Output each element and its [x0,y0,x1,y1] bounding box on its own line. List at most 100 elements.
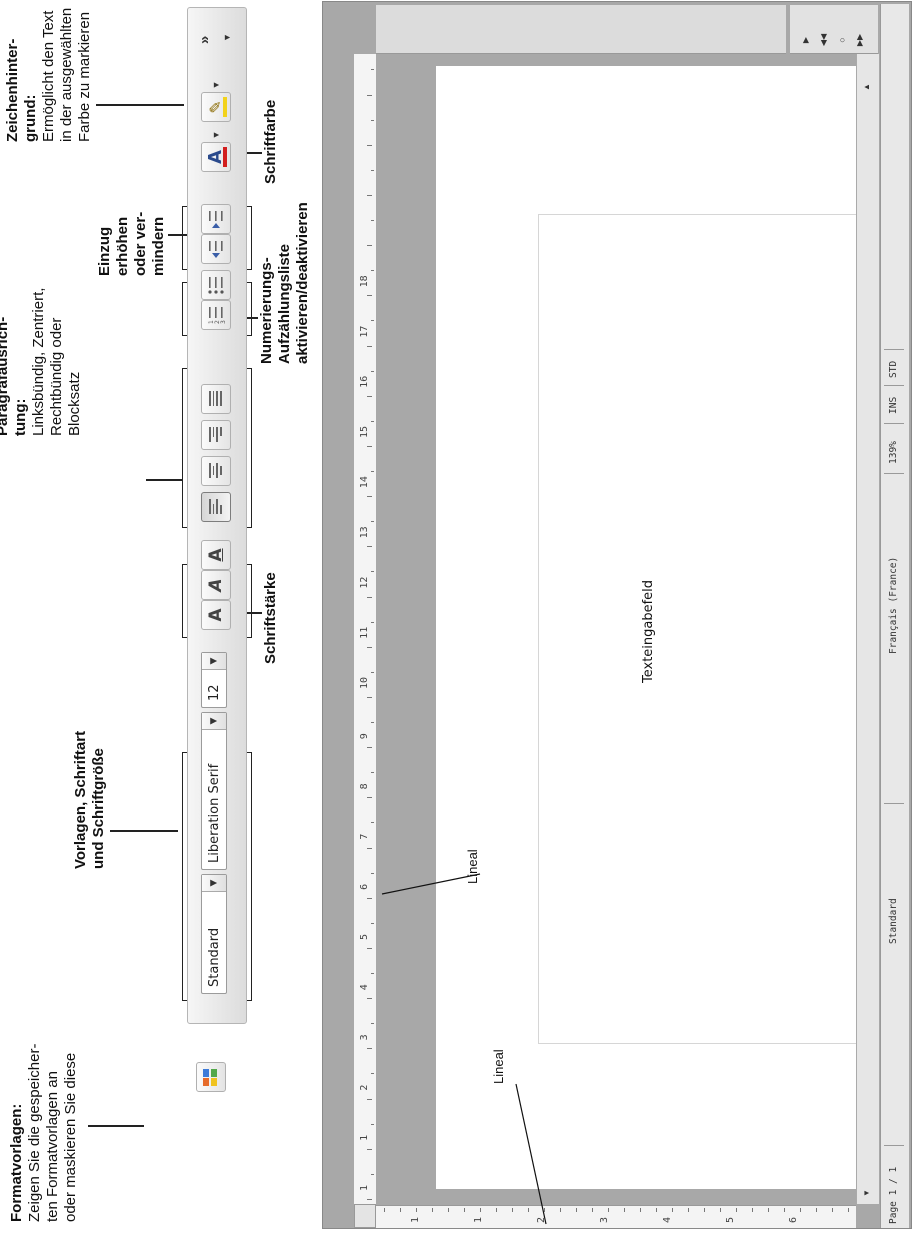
tab-stop-selector[interactable] [354,1204,376,1228]
ruler-tick [544,1208,545,1212]
ruler-tick [832,1208,833,1212]
ruler-label: 4 [359,984,370,991]
ruler-tick [752,1208,753,1212]
ruler-tick [608,1208,609,1212]
italic-button[interactable]: A [201,570,231,600]
styles-window-button[interactable] [196,1062,226,1092]
ruler-label: 5 [359,933,370,940]
ruler-tick [367,295,372,297]
annotation-line: Linksbündig, Zentriert, [30,287,47,436]
ruler-tick [371,621,374,623]
ruler-tick [371,270,374,272]
ruler-tick [371,370,374,372]
highlighting-button[interactable]: ✎ [201,92,231,122]
increase-indent-button[interactable] [201,204,231,234]
highlight-dropdown[interactable]: ▼ [201,79,231,91]
font-size-value: 12 [207,684,222,701]
ruler-tick [371,1173,374,1175]
ruler-label: 1 [410,1216,421,1223]
annotation-lineal-top: Lineal [465,849,480,884]
ruler-tick [480,1208,481,1212]
ruler-label: 10 [359,676,370,689]
horizontal-scrollbar[interactable] [376,5,786,54]
annotation-paragraph-title: Paragrafausrich- [0,316,11,436]
underline-button[interactable]: A [201,540,231,570]
toolbar-overflow-button[interactable]: » [196,26,218,44]
status-selection-mode[interactable]: STD [888,361,899,378]
previous-page-button[interactable]: ◀◀ [816,32,832,48]
ruler-tick [367,1098,372,1100]
ruler-label: 1 [359,1134,370,1141]
ruler-label: 13 [359,526,370,539]
next-page-button[interactable]: ▶ [798,32,814,48]
ruler-tick [367,697,372,698]
ruler-tick [371,571,374,573]
font-size-select[interactable]: 12 ▼ [201,652,227,708]
font-color-dropdown[interactable]: ▼ [201,129,231,141]
styles-icon [203,1069,217,1086]
status-page: Page 1 / 1 [888,1166,899,1224]
status-zoom[interactable]: 139% [888,441,899,464]
text-area-caption: Texteingabefeld [641,579,656,683]
ruler-label: 2 [359,1084,370,1091]
align-center-button[interactable] [201,456,231,486]
ruler-tick [367,546,372,548]
font-name-select[interactable]: Liberation Serif ▼ [201,712,227,870]
annotation-einzug-line: erhöhen [114,216,131,276]
ruler-tick [367,1048,372,1050]
annotation-line: ten Formatvorlagen an [44,1071,61,1222]
align-justify-icon [209,391,224,406]
increase-indent-icon [209,211,223,228]
chevron-down-icon[interactable]: ▼ [202,875,226,892]
ruler-label: 5 [725,1216,736,1223]
align-left-button[interactable] [201,492,231,522]
leader-line [88,1125,144,1127]
annotation-lineal-left: Lineal [491,1049,506,1084]
ruler-tick [384,1208,385,1212]
annotation-schriftstaerke: Schriftstärke [262,572,280,664]
decrease-indent-button[interactable] [201,234,231,264]
status-separator [884,423,904,424]
ruler-tick [367,195,372,196]
annotation-line: in der ausgewählten [58,7,75,142]
text-input-area[interactable]: Texteingabefeld [538,214,866,1044]
align-right-button[interactable] [201,420,231,450]
ruler-tick [371,420,374,422]
chevron-down-icon[interactable]: ▼ [202,653,226,670]
navigator-button[interactable]: ○ [834,32,850,48]
ruler-tick [371,671,374,673]
ruler-tick [371,320,374,322]
paragraph-style-select[interactable]: Standard ▼ [201,874,227,994]
status-style: Standard [888,898,899,944]
ruler-tick [367,897,372,899]
toolbar-options-dropdown[interactable]: ▼ [222,28,236,42]
last-page-button[interactable]: ▶▶ [852,32,868,48]
ruler-tick [400,1208,401,1212]
scroll-down-button[interactable]: ▼ [860,1186,874,1200]
chevron-down-icon[interactable]: ▼ [202,713,226,730]
annotation-schriftstaerke-label: Schriftstärke [262,572,279,664]
bold-button[interactable]: A [201,600,231,630]
bullets-button[interactable] [201,270,231,300]
ruler-tick [464,1208,465,1212]
justify-button[interactable] [201,384,231,414]
annotation-paragraph: Paragrafausrich- tung: Linksbündig, Zent… [0,288,84,436]
ruler-tick [367,245,372,247]
numbering-button[interactable]: 1 2 3 [201,300,231,330]
ruler-tick [371,169,374,171]
ruler-tick [371,1023,374,1025]
ruler-tick [720,1208,721,1212]
annotation-zeichenhintergrund: Zeichenhinter- grund: Ermöglicht den Tex… [4,8,94,142]
ruler-label: 7 [359,833,370,840]
ruler-tick [768,1208,769,1212]
scroll-up-button[interactable]: ▲ [860,80,874,94]
ruler-tick [367,747,372,749]
ruler-label: 8 [359,783,370,790]
vertical-scrollbar[interactable] [856,54,879,1204]
highlight-color-swatch [223,97,227,117]
annotation-schriftfarbe: Schriftfarbe [262,100,280,184]
ruler-tick [512,1208,513,1212]
font-color-button[interactable]: A [201,142,231,172]
ruler-label: 6 [359,883,370,890]
status-insert-mode[interactable]: INS [888,397,899,414]
